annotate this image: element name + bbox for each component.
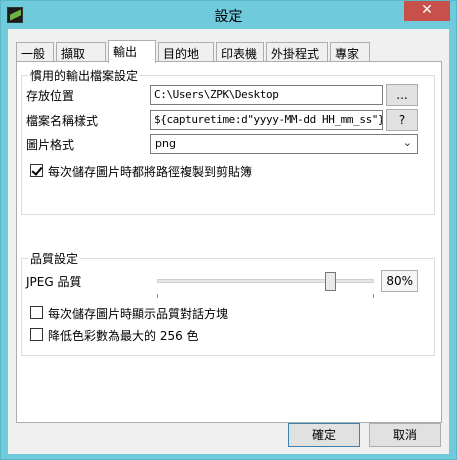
storage-location-input[interactable]: C:\Users\ZPK\Desktop [150,85,383,105]
storage-location-label: 存放位置 [26,89,75,103]
close-button[interactable]: ✕ [404,1,450,21]
tab-expert[interactable]: 專家 [330,42,370,62]
show-quality-dialog-checkbox[interactable] [30,306,43,319]
show-quality-dialog-label: 每次儲存圖片時顯示品質對話方塊 [48,307,229,321]
slider-tick [157,294,158,298]
cancel-button[interactable]: 取消 [369,423,441,447]
quality-group-title: 品質設定 [28,250,81,267]
slider-tick [373,294,374,298]
reduce-colors-label: 降低色彩數為最大的 256 色 [48,329,199,343]
tab-plugins[interactable]: 外掛程式 [266,42,328,62]
title-bar[interactable]: 設定 ✕ [1,1,456,29]
image-format-select[interactable]: png ⌄ [150,134,418,154]
settings-window: 設定 ✕ 一般 擷取 輸出 目的地 印表機 外掛程式 專家 慣用的輸出檔案設定 … [0,0,457,460]
output-tab-panel: 慣用的輸出檔案設定 存放位置 C:\Users\ZPK\Desktop ... … [16,61,442,423]
copy-path-label: 每次儲存圖片時都將路徑複製到剪貼簿 [48,165,253,179]
window-title: 設定 [214,9,243,25]
tab-output[interactable]: 輸出 [108,40,156,63]
tab-capture[interactable]: 擷取 [56,42,106,62]
jpeg-quality-slider-track[interactable] [157,279,374,283]
quality-settings-group: 品質設定 JPEG 品質 80% 每次儲存圖片時顯示品質對話方塊 降低色彩數為最… [21,250,435,356]
image-format-value: png [155,137,176,150]
image-format-label: 圖片格式 [26,138,75,152]
chevron-down-icon: ⌄ [402,136,412,149]
ok-button[interactable]: 確定 [288,423,360,447]
filename-pattern-input[interactable]: ${capturetime:d"yyyy-MM-dd HH_mm_ss"}-${… [150,110,383,130]
reduce-colors-checkbox[interactable] [30,328,43,341]
tab-printer[interactable]: 印表機 [216,42,264,62]
tab-destination[interactable]: 目的地 [158,42,214,62]
output-group-title: 慣用的輸出檔案設定 [28,67,141,84]
jpeg-quality-label: JPEG 品質 [26,275,82,289]
dialog-client-area: 一般 擷取 輸出 目的地 印表機 外掛程式 專家 慣用的輸出檔案設定 存放位置 … [8,29,449,454]
jpeg-quality-value-box[interactable]: 80% [381,270,418,292]
browse-button[interactable]: ... [386,84,418,106]
copy-path-checkbox[interactable] [30,164,43,177]
jpeg-quality-slider-thumb[interactable] [325,272,337,291]
output-settings-group: 慣用的輸出檔案設定 存放位置 C:\Users\ZPK\Desktop ... … [21,67,435,215]
filename-help-button[interactable]: ? [386,109,418,131]
tab-general[interactable]: 一般 [16,42,54,62]
filename-pattern-label: 檔案名稱樣式 [26,114,99,128]
